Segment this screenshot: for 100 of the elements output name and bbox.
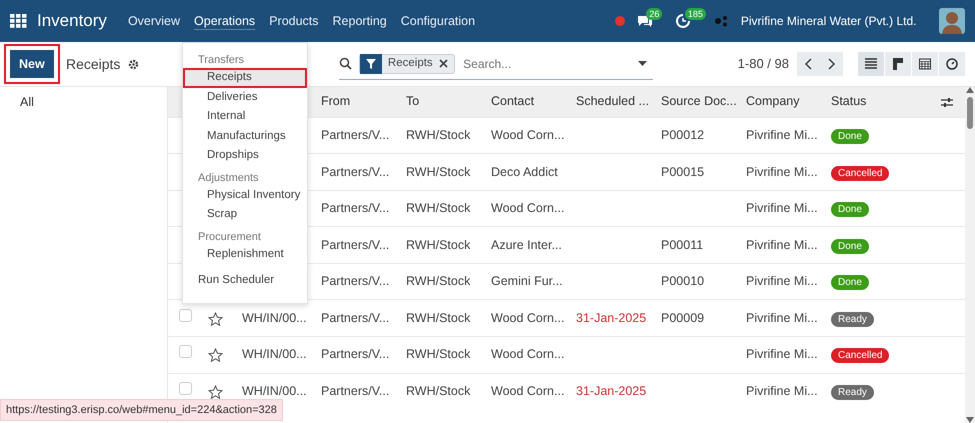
recording-dot-icon[interactable] <box>614 16 625 26</box>
column-header[interactable]: Status <box>831 94 866 108</box>
next-button[interactable] <box>820 52 843 76</box>
row-checkbox[interactable] <box>178 345 192 358</box>
table-cell: 31-Jan-2025 <box>576 310 646 325</box>
table-cell: RWH/Stock <box>406 238 470 252</box>
breadcrumb-title: Receipts <box>66 54 120 74</box>
dropdown-item[interactable]: Physical Inventory <box>183 186 307 205</box>
table-cell: Partners/V... <box>321 164 390 179</box>
row-checkbox[interactable] <box>178 382 192 396</box>
table-cell: Pivrifine Mi... <box>746 128 818 142</box>
table-cell: Partners/V... <box>321 274 390 288</box>
table-cell: Gemini Fur... <box>491 274 563 288</box>
status-badge: Done <box>831 238 869 254</box>
table-cell: RWH/Stock <box>406 310 470 325</box>
star-icon[interactable] <box>208 312 223 326</box>
apps-menu-icon[interactable] <box>10 14 27 28</box>
kanban-view-button[interactable] <box>885 52 911 76</box>
caret-icon[interactable] <box>638 61 648 66</box>
pager-count: 1-80 / 98 <box>738 55 789 74</box>
app-title[interactable]: Inventory <box>37 8 107 34</box>
menu-item[interactable]: Overview <box>120 12 188 30</box>
table-cell: 31-Jan-2025 <box>576 384 646 398</box>
filter-icon <box>366 58 376 68</box>
menu-item[interactable]: Products <box>262 12 326 30</box>
row-checkbox[interactable] <box>178 308 192 322</box>
link-url-tooltip: https://testing3.erisp.co/web#menu_id=224&action=328 <box>0 398 283 421</box>
status-badge: Done <box>831 128 869 144</box>
table-cell: Wood Corn... <box>491 128 564 142</box>
status-badge: Ready <box>831 385 874 400</box>
filter-facet[interactable]: Receipts <box>358 54 455 74</box>
status-badge: Cancelled <box>831 348 890 364</box>
column-options-icon[interactable] <box>941 96 953 108</box>
dropdown-item[interactable]: Dropships <box>183 146 307 166</box>
menu-item[interactable]: Reporting <box>326 12 394 30</box>
status-badge: Done <box>831 275 869 290</box>
dropdown-item[interactable]: Replenishment <box>183 244 307 264</box>
status-badge: Done <box>831 202 869 218</box>
table-cell: Wood Corn... <box>491 310 564 325</box>
table-cell: Pivrifine Mi... <box>746 164 818 179</box>
table-cell: Azure Inter... <box>491 238 562 252</box>
table-cell: P00011 <box>661 238 704 252</box>
table-cell: RWH/Stock <box>406 274 470 288</box>
menu-section-header: Transfers <box>197 53 246 68</box>
previous-button[interactable] <box>797 52 820 76</box>
new-button[interactable]: New <box>10 50 54 78</box>
avatar[interactable] <box>939 8 965 34</box>
table-cell: P00015 <box>661 164 704 179</box>
dropdown-item[interactable]: Manufacturings <box>183 126 307 146</box>
clock-icon[interactable] <box>676 14 690 28</box>
activity-count: 185 <box>684 8 706 20</box>
dropdown-item[interactable]: Internal <box>183 107 307 126</box>
table-cell: Partners/V... <box>321 201 390 216</box>
menu-item[interactable]: Configuration <box>394 12 482 30</box>
column-header[interactable]: From <box>321 94 350 108</box>
table-cell: Partners/V... <box>321 384 390 398</box>
table-cell: Partners/V... <box>321 238 390 252</box>
table-cell: Pivrifine Mi... <box>746 310 818 325</box>
table-cell: Wood Corn... <box>491 347 564 362</box>
settings-icon[interactable] <box>128 58 140 70</box>
table-cell: Pivrifine Mi... <box>746 201 818 216</box>
table-cell: Deco Addict <box>491 164 558 179</box>
dropdown-item[interactable]: Deliveries <box>183 88 307 107</box>
dropdown-item[interactable]: Run Scheduler <box>183 270 307 292</box>
table-cell: RWH/Stock <box>406 128 470 142</box>
company-name[interactable]: Pivrifine Mineral Water (Pvt.) Ltd. <box>740 12 916 30</box>
scroll-thumb[interactable] <box>967 97 973 129</box>
scroll-up-icon[interactable] <box>966 87 974 93</box>
close-icon[interactable] <box>438 59 448 68</box>
table-cell: Pivrifine Mi... <box>746 274 818 288</box>
star-icon[interactable] <box>208 385 223 400</box>
menu-section-header: Procurement <box>197 230 262 244</box>
menu-item[interactable]: Operations <box>187 12 262 30</box>
table-cell: P00012 <box>661 128 704 142</box>
search-field[interactable]: Receipts Search... <box>339 48 654 80</box>
dropdown-item[interactable]: Scrap <box>183 205 307 224</box>
table-cell: Pivrifine Mi... <box>746 384 818 398</box>
dropdown-item[interactable]: Receipts <box>183 68 307 88</box>
table-cell: P00010 <box>661 274 704 288</box>
message-count: 26 <box>646 8 662 20</box>
table-cell: Pivrifine Mi... <box>746 238 818 252</box>
table-cell: RWH/Stock <box>406 384 470 398</box>
scrollbar[interactable] <box>965 87 975 423</box>
scroll-down-icon[interactable] <box>966 417 974 423</box>
activity-view-button[interactable] <box>939 52 965 76</box>
status-badge: Ready <box>831 312 874 327</box>
table-cell: WH/IN/00... <box>242 347 307 362</box>
table-cell: P00009 <box>661 310 704 325</box>
table-cell: Partners/V... <box>321 347 390 362</box>
table-cell: Partners/V... <box>321 128 390 142</box>
column-header[interactable]: To <box>406 94 420 108</box>
table-cell: RWH/Stock <box>406 201 470 216</box>
calendar-view-button[interactable] <box>912 52 938 76</box>
menu-section-header: Adjustments <box>197 170 260 186</box>
table-cell: RWH/Stock <box>406 164 470 179</box>
star-icon[interactable] <box>208 348 223 362</box>
table-cell: Pivrifine Mi... <box>746 347 818 362</box>
sidebar-item[interactable]: All <box>0 87 167 118</box>
table-cell: WH/IN/00... <box>242 384 307 398</box>
list-view-button[interactable] <box>858 52 884 76</box>
